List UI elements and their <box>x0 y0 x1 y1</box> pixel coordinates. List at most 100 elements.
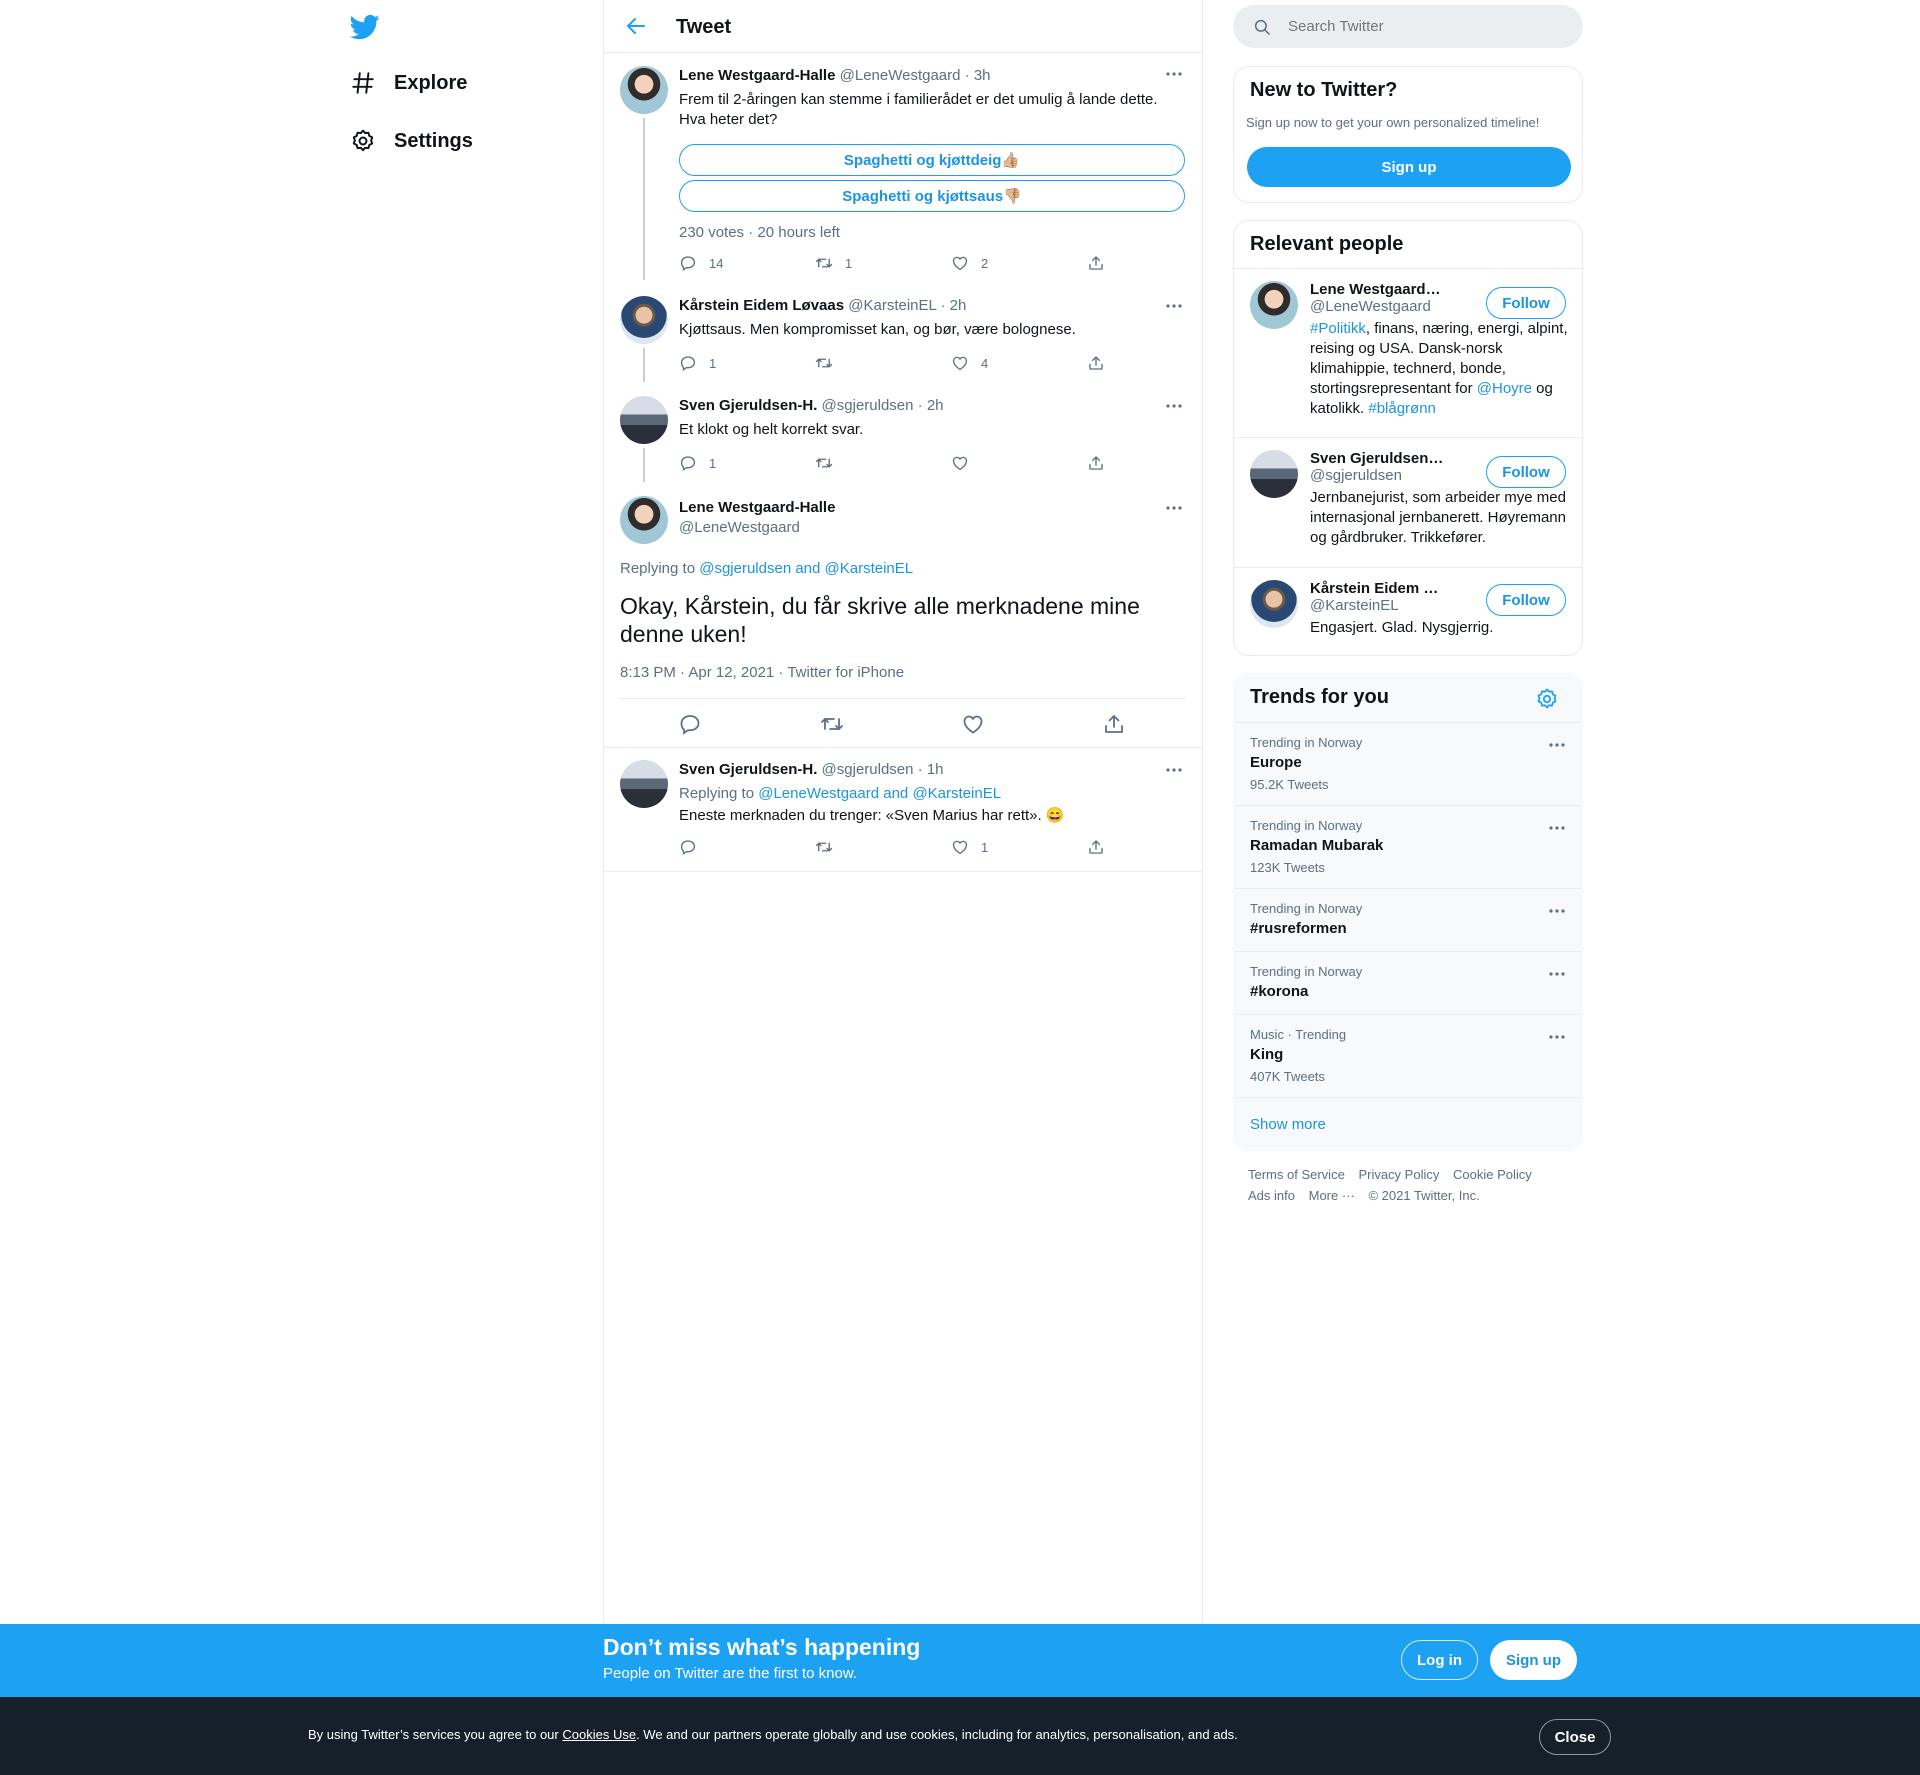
person-item[interactable]: Lene Westgaard-Halle @LeneWestgaard #Pol… <box>1234 268 1582 437</box>
more-options-icon[interactable] <box>1164 500 1184 516</box>
poll-option-2[interactable]: Spaghetti og kjøttsaus👎🏼 <box>679 180 1185 212</box>
close-button[interactable]: Close <box>1539 1719 1611 1755</box>
like-button[interactable] <box>951 454 981 472</box>
author-name[interactable]: Kårstein Eidem Løvaas <box>679 297 844 314</box>
follow-button[interactable]: Follow <box>1486 287 1566 319</box>
sign-up-button[interactable]: Sign up <box>1247 147 1571 187</box>
more-options-icon[interactable] <box>1547 1029 1567 1045</box>
retweet-icon[interactable] <box>820 712 844 736</box>
follow-button[interactable]: Follow <box>1486 456 1566 488</box>
retweet-button[interactable] <box>815 454 845 472</box>
trend-name: #rusreformen <box>1250 920 1347 937</box>
person-name[interactable]: Lene Westgaard-Halle <box>1310 281 1445 298</box>
twitter-logo-icon[interactable] <box>350 12 380 42</box>
retweet-button[interactable] <box>815 838 845 856</box>
avatar[interactable] <box>620 760 668 808</box>
trend-item[interactable]: Music · Trending King 407K Tweets <box>1234 1014 1582 1097</box>
person-item[interactable]: Kårstein Eidem Løvaas @KarsteinEL Engasj… <box>1234 567 1582 655</box>
replying-to-link[interactable]: @sgjeruldsen and @KarsteinEL <box>699 560 913 577</box>
avatar[interactable] <box>620 496 668 544</box>
avatar[interactable] <box>620 296 668 344</box>
more-options-icon[interactable] <box>1164 762 1184 778</box>
log-in-button[interactable]: Log in <box>1401 1640 1478 1680</box>
reply-tweet[interactable]: Sven Gjeruldsen-H. @sgjeruldsen · 1h Rep… <box>604 748 1202 872</box>
avatar[interactable] <box>620 66 668 114</box>
ads-info-link[interactable]: Ads info <box>1248 1188 1295 1203</box>
share-button[interactable] <box>1087 454 1117 472</box>
cookies-use-link[interactable]: Cookies Use <box>562 1727 636 1742</box>
avatar[interactable] <box>1250 450 1298 498</box>
replying-to: Replying to @sgjeruldsen and @KarsteinEL <box>620 560 914 577</box>
share-icon[interactable] <box>1102 712 1126 736</box>
like-button[interactable]: 1 <box>951 838 988 856</box>
avatar[interactable] <box>1250 281 1298 329</box>
author-handle[interactable]: @LeneWestgaard <box>840 67 961 84</box>
reply-button[interactable]: 14 <box>679 254 723 272</box>
thread-tweet-2[interactable]: Kårstein Eidem Løvaas @KarsteinEL · 2h K… <box>604 282 1202 382</box>
cookie-policy-link[interactable]: Cookie Policy <box>1453 1167 1532 1182</box>
trend-item[interactable]: Trending in Norway Europe 95.2K Tweets <box>1234 722 1582 805</box>
reply-button[interactable]: 1 <box>679 354 716 372</box>
more-options-icon[interactable] <box>1547 903 1567 919</box>
reply-button[interactable]: 1 <box>679 454 716 472</box>
reply-icon[interactable] <box>678 712 702 736</box>
reply-icon <box>680 840 696 856</box>
privacy-link[interactable]: Privacy Policy <box>1358 1167 1439 1182</box>
search-box[interactable] <box>1233 5 1583 48</box>
terms-link[interactable]: Terms of Service <box>1248 1167 1345 1182</box>
more-link[interactable]: More ··· <box>1309 1188 1355 1203</box>
like-button[interactable]: 4 <box>951 354 988 372</box>
heart-icon[interactable] <box>961 712 985 736</box>
author-handle[interactable]: @sgjeruldsen <box>822 761 914 778</box>
tweet-timestamp[interactable]: 8:13 PM · Apr 12, 2021 · Twitter for iPh… <box>620 664 904 681</box>
trend-item[interactable]: Trending in Norway Ramadan Mubarak 123K … <box>1234 805 1582 888</box>
more-options-icon[interactable] <box>1164 298 1184 314</box>
person-name[interactable]: Kårstein Eidem Løvaas <box>1310 580 1445 597</box>
tweet-actions: 1 <box>679 454 1119 474</box>
author-name[interactable]: Lene Westgaard-Halle <box>679 498 835 518</box>
person-name[interactable]: Sven Gjeruldsen-H. <box>1310 450 1445 467</box>
author-name[interactable]: Sven Gjeruldsen-H. <box>679 397 817 414</box>
tweet-time[interactable]: · 2h <box>940 297 966 314</box>
author-name[interactable]: Lene Westgaard-Halle <box>679 67 835 84</box>
person-item[interactable]: Sven Gjeruldsen-H. @sgjeruldsen Jernbane… <box>1234 437 1582 567</box>
avatar[interactable] <box>1250 580 1298 628</box>
share-button[interactable] <box>1087 254 1117 272</box>
tweet-time[interactable]: · 2h <box>918 397 944 414</box>
back-arrow-icon[interactable] <box>624 14 648 38</box>
more-options-icon[interactable] <box>1164 398 1184 414</box>
sign-up-button[interactable]: Sign up <box>1490 1640 1577 1680</box>
like-button[interactable]: 2 <box>951 254 988 272</box>
trend-item[interactable]: Trending in Norway #korona <box>1234 951 1582 1014</box>
trend-item[interactable]: Trending in Norway #rusreformen <box>1234 888 1582 951</box>
tweet-time[interactable]: · 1h <box>918 761 944 778</box>
more-options-icon[interactable] <box>1547 820 1567 836</box>
share-button[interactable] <box>1087 838 1117 856</box>
show-more-row[interactable]: Show more <box>1234 1097 1582 1150</box>
more-options-icon[interactable] <box>1547 737 1567 753</box>
replying-to: Replying to @LeneWestgaard and @Karstein… <box>679 785 1002 802</box>
search-input[interactable] <box>1288 5 1568 48</box>
retweet-button[interactable] <box>815 354 845 372</box>
more-options-icon[interactable] <box>1547 966 1567 982</box>
trend-context: Trending in Norway <box>1250 964 1363 979</box>
show-more-link[interactable]: Show more <box>1250 1116 1326 1133</box>
thread-tweet-3[interactable]: Sven Gjeruldsen-H. @sgjeruldsen · 2h Et … <box>604 382 1202 482</box>
thread-tweet-1[interactable]: Lene Westgaard-Halle @LeneWestgaard · 3h… <box>604 54 1202 280</box>
nav-settings[interactable]: Settings <box>350 121 473 161</box>
author-handle[interactable]: @LeneWestgaard <box>679 518 835 538</box>
more-options-icon[interactable] <box>1164 66 1184 82</box>
author-handle[interactable]: @sgjeruldsen <box>822 397 914 414</box>
follow-button[interactable]: Follow <box>1486 584 1566 616</box>
author-handle[interactable]: @KarsteinEL <box>848 297 936 314</box>
reply-button[interactable] <box>679 838 709 856</box>
nav-explore[interactable]: Explore <box>350 63 467 103</box>
replying-to-link[interactable]: @LeneWestgaard and @KarsteinEL <box>758 785 1001 802</box>
avatar[interactable] <box>620 396 668 444</box>
gear-icon[interactable] <box>1535 687 1559 711</box>
retweet-button[interactable]: 1 <box>815 254 852 272</box>
author-name[interactable]: Sven Gjeruldsen-H. <box>679 761 817 778</box>
share-button[interactable] <box>1087 354 1117 372</box>
tweet-time[interactable]: · 3h <box>965 67 991 84</box>
poll-option-1[interactable]: Spaghetti og kjøttdeig👍🏼 <box>679 144 1185 176</box>
